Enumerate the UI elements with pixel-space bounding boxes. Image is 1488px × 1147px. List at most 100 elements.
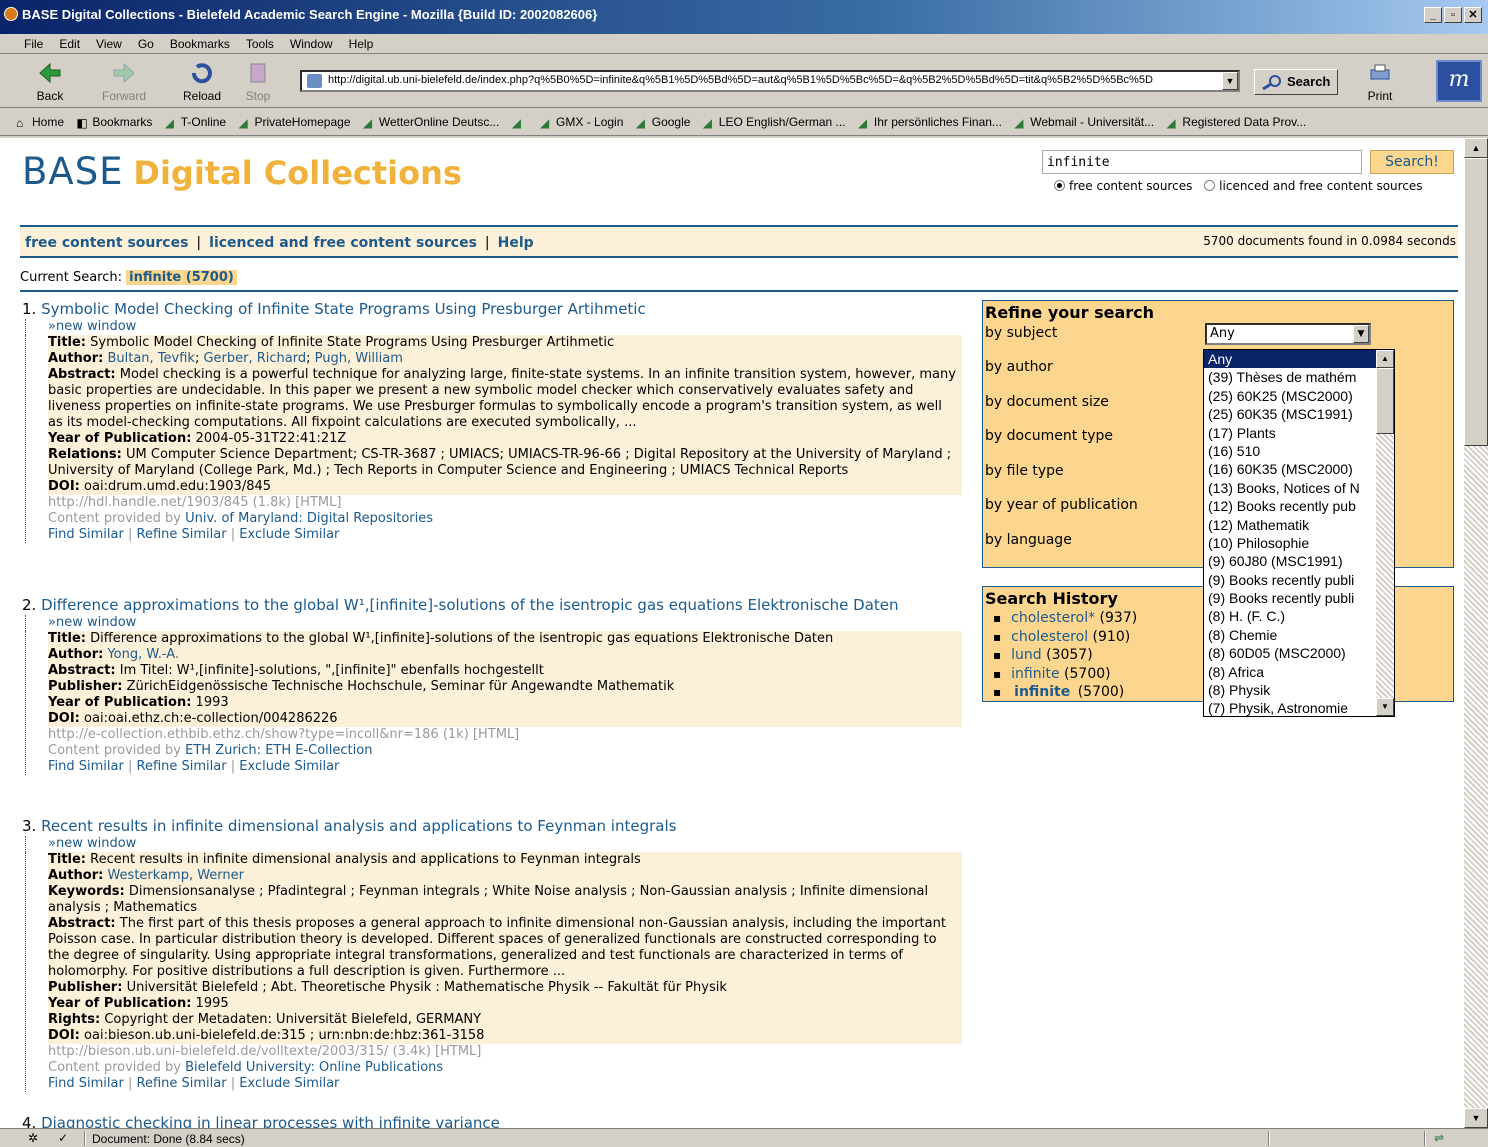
dropdown-option[interactable]: (8) Africa bbox=[1204, 663, 1376, 681]
subject-dropdown-list[interactable]: Any (39) Thèses de mathém (25) 60K25 (MSC2… bbox=[1203, 349, 1395, 717]
history-term-link[interactable]: cholesterol bbox=[1011, 629, 1088, 645]
find-similar-link[interactable]: Find Similar bbox=[48, 527, 124, 542]
mozilla-throbber-icon[interactable]: m bbox=[1436, 60, 1482, 102]
bookmark-home[interactable]: ⌂ Home bbox=[12, 110, 69, 130]
chevron-down-icon[interactable]: ▼ bbox=[1353, 325, 1369, 343]
dropdown-option[interactable]: (9) 60J80 (MSC1991) bbox=[1204, 552, 1376, 570]
maximize-icon[interactable]: ▫ bbox=[1444, 7, 1462, 23]
result-title-link[interactable]: Diagnostic checking in linear processes … bbox=[41, 1114, 500, 1128]
menu-edit[interactable]: Edit bbox=[51, 34, 88, 51]
result-url[interactable]: http://e-collection.ethbib.ethz.ch/show?… bbox=[48, 727, 962, 743]
menu-window[interactable]: Window bbox=[282, 34, 341, 51]
author-link[interactable]: Yong, W.-A. bbox=[107, 647, 179, 662]
print-button[interactable]: Print bbox=[1352, 60, 1408, 104]
result-title-link[interactable]: Recent results in infinite dimensional a… bbox=[41, 817, 676, 835]
scroll-up-icon[interactable]: ▲ bbox=[1376, 350, 1394, 368]
find-similar-link[interactable]: Find Similar bbox=[48, 1076, 124, 1091]
bookmark-item[interactable]: ◢ PrivateHomepage bbox=[234, 110, 355, 130]
search-input[interactable] bbox=[1042, 150, 1362, 174]
result-title-link[interactable]: Difference approximations to the global … bbox=[41, 596, 898, 614]
provider-link[interactable]: Bielefeld University: Online Publication… bbox=[185, 1060, 443, 1075]
menu-go[interactable]: Go bbox=[130, 34, 162, 51]
refine-similar-link[interactable]: Refine Similar bbox=[137, 759, 227, 774]
author-link[interactable]: Pugh, William bbox=[315, 351, 403, 366]
new-window-link[interactable]: »new window bbox=[25, 319, 962, 335]
nav-help[interactable]: Help bbox=[498, 235, 534, 251]
scroll-down-icon[interactable]: ▼ bbox=[1464, 1108, 1488, 1128]
scroll-up-icon[interactable]: ▲ bbox=[1464, 138, 1488, 158]
dropdown-option[interactable]: (25) 60K25 (MSC2000) bbox=[1204, 387, 1376, 405]
page-scrollbar[interactable]: ▲ ▼ bbox=[1464, 138, 1488, 1128]
result-title-link[interactable]: Symbolic Model Checking of Infinite Stat… bbox=[41, 300, 646, 318]
author-link[interactable]: Westerkamp, Werner bbox=[107, 868, 244, 883]
bookmark-item[interactable]: ◢ Registered Data Prov... bbox=[1162, 110, 1311, 130]
scroll-down-icon[interactable]: ▼ bbox=[1376, 698, 1394, 716]
offline-icon[interactable]: ✓ bbox=[58, 1131, 68, 1145]
history-term-link[interactable]: infinite bbox=[1011, 666, 1059, 682]
bookmark-item[interactable]: ◢ Google bbox=[632, 110, 696, 130]
dropdown-option[interactable]: (9) Books recently publi bbox=[1204, 589, 1376, 607]
exclude-similar-link[interactable]: Exclude Similar bbox=[239, 759, 339, 774]
security-icon[interactable]: ✲ bbox=[28, 1131, 38, 1145]
dropdown-option[interactable]: (12) Books recently pub bbox=[1204, 497, 1376, 515]
subject-select[interactable]: Any ▼ bbox=[1205, 323, 1371, 345]
dropdown-option[interactable]: (16) 510 bbox=[1204, 442, 1376, 460]
reload-button[interactable]: Reload bbox=[174, 60, 230, 104]
author-link[interactable]: Bultan, Tevfik bbox=[107, 351, 194, 366]
menu-file[interactable]: File bbox=[16, 34, 51, 51]
dropdown-option[interactable]: (16) 60K35 (MSC2000) bbox=[1204, 460, 1376, 478]
menu-help[interactable]: Help bbox=[341, 34, 382, 51]
dropdown-option[interactable]: (8) Chemie bbox=[1204, 626, 1376, 644]
dropdown-option[interactable]: (12) Mathematik bbox=[1204, 516, 1376, 534]
stop-button[interactable]: Stop bbox=[230, 60, 286, 104]
bookmark-item[interactable]: ◢ T-Online bbox=[161, 110, 231, 130]
menu-tools[interactable]: Tools bbox=[238, 34, 282, 51]
new-window-link[interactable]: »new window bbox=[25, 836, 962, 852]
history-term-link[interactable]: cholesterol* bbox=[1011, 610, 1095, 626]
dropdown-option[interactable]: (13) Books, Notices of N bbox=[1204, 479, 1376, 497]
dropdown-option[interactable]: (10) Philosophie bbox=[1204, 534, 1376, 552]
new-window-link[interactable]: »new window bbox=[25, 615, 962, 631]
menu-view[interactable]: View bbox=[88, 34, 130, 51]
dropdown-option[interactable]: Any bbox=[1204, 350, 1376, 369]
bookmark-item[interactable]: ◢ bbox=[508, 110, 533, 130]
current-search-term[interactable]: infinite (5700) bbox=[126, 270, 237, 285]
refine-similar-link[interactable]: Refine Similar bbox=[137, 527, 227, 542]
bookmark-bookmarks[interactable]: ◧ Bookmarks bbox=[72, 110, 157, 130]
result-url[interactable]: http://bieson.ub.uni-bielefeld.de/vollte… bbox=[48, 1044, 962, 1060]
nav-licensed-sources[interactable]: licenced and free content sources bbox=[209, 235, 477, 251]
dropdown-option[interactable]: (8) 60D05 (MSC2000) bbox=[1204, 644, 1376, 662]
bookmark-item[interactable]: ◢ Webmail - Universität... bbox=[1010, 110, 1159, 130]
history-term-link[interactable]: lund bbox=[1011, 647, 1042, 663]
find-similar-link[interactable]: Find Similar bbox=[48, 759, 124, 774]
provider-link[interactable]: Univ. of Maryland: Digital Repositories bbox=[185, 511, 433, 526]
refine-similar-link[interactable]: Refine Similar bbox=[137, 1076, 227, 1091]
author-link[interactable]: Gerber, Richard bbox=[203, 351, 306, 366]
dropdown-option[interactable]: (9) Books recently publi bbox=[1204, 571, 1376, 589]
close-icon[interactable]: ✕ bbox=[1464, 7, 1482, 23]
minimize-icon[interactable]: _ bbox=[1424, 7, 1442, 23]
forward-button[interactable]: Forward bbox=[96, 60, 152, 104]
dropdown-option[interactable]: (7) Physik, Astronomie bbox=[1204, 699, 1376, 716]
dropdown-scroll-thumb[interactable] bbox=[1376, 368, 1394, 434]
exclude-similar-link[interactable]: Exclude Similar bbox=[239, 527, 339, 542]
dropdown-option[interactable]: (17) Plants bbox=[1204, 424, 1376, 442]
dropdown-option[interactable]: (8) Physik bbox=[1204, 681, 1376, 699]
history-term-current[interactable]: infinite bbox=[1011, 684, 1074, 700]
result-url[interactable]: http://hdl.handle.net/1903/845 (1.8k) [H… bbox=[48, 495, 962, 511]
radio-licensed-sources[interactable] bbox=[1204, 180, 1216, 191]
url-dropdown-icon[interactable]: ▼ bbox=[1222, 72, 1238, 90]
bookmark-item[interactable]: ◢ Ihr persönliches Finan... bbox=[854, 110, 1007, 130]
search-submit-button[interactable]: Search! bbox=[1370, 150, 1454, 174]
bookmark-item[interactable]: ◢ WetterOnline Deutsc... bbox=[359, 110, 505, 130]
dropdown-scrollbar[interactable]: ▲ ▼ bbox=[1376, 350, 1394, 716]
exclude-similar-link[interactable]: Exclude Similar bbox=[239, 1076, 339, 1091]
page-scroll-thumb[interactable] bbox=[1464, 158, 1488, 446]
dropdown-option[interactable]: (8) H. (F. C.) bbox=[1204, 607, 1376, 625]
bookmark-item[interactable]: ◢ LEO English/German ... bbox=[699, 110, 851, 130]
base-logo[interactable]: BASE Digital Collections bbox=[16, 150, 462, 210]
menu-bookmarks[interactable]: Bookmarks bbox=[162, 34, 238, 51]
back-button[interactable]: Back bbox=[22, 60, 78, 104]
url-bar[interactable]: http://digital.ub.uni-bielefeld.de/index… bbox=[300, 70, 1240, 92]
dropdown-option[interactable]: (25) 60K35 (MSC1991) bbox=[1204, 405, 1376, 423]
